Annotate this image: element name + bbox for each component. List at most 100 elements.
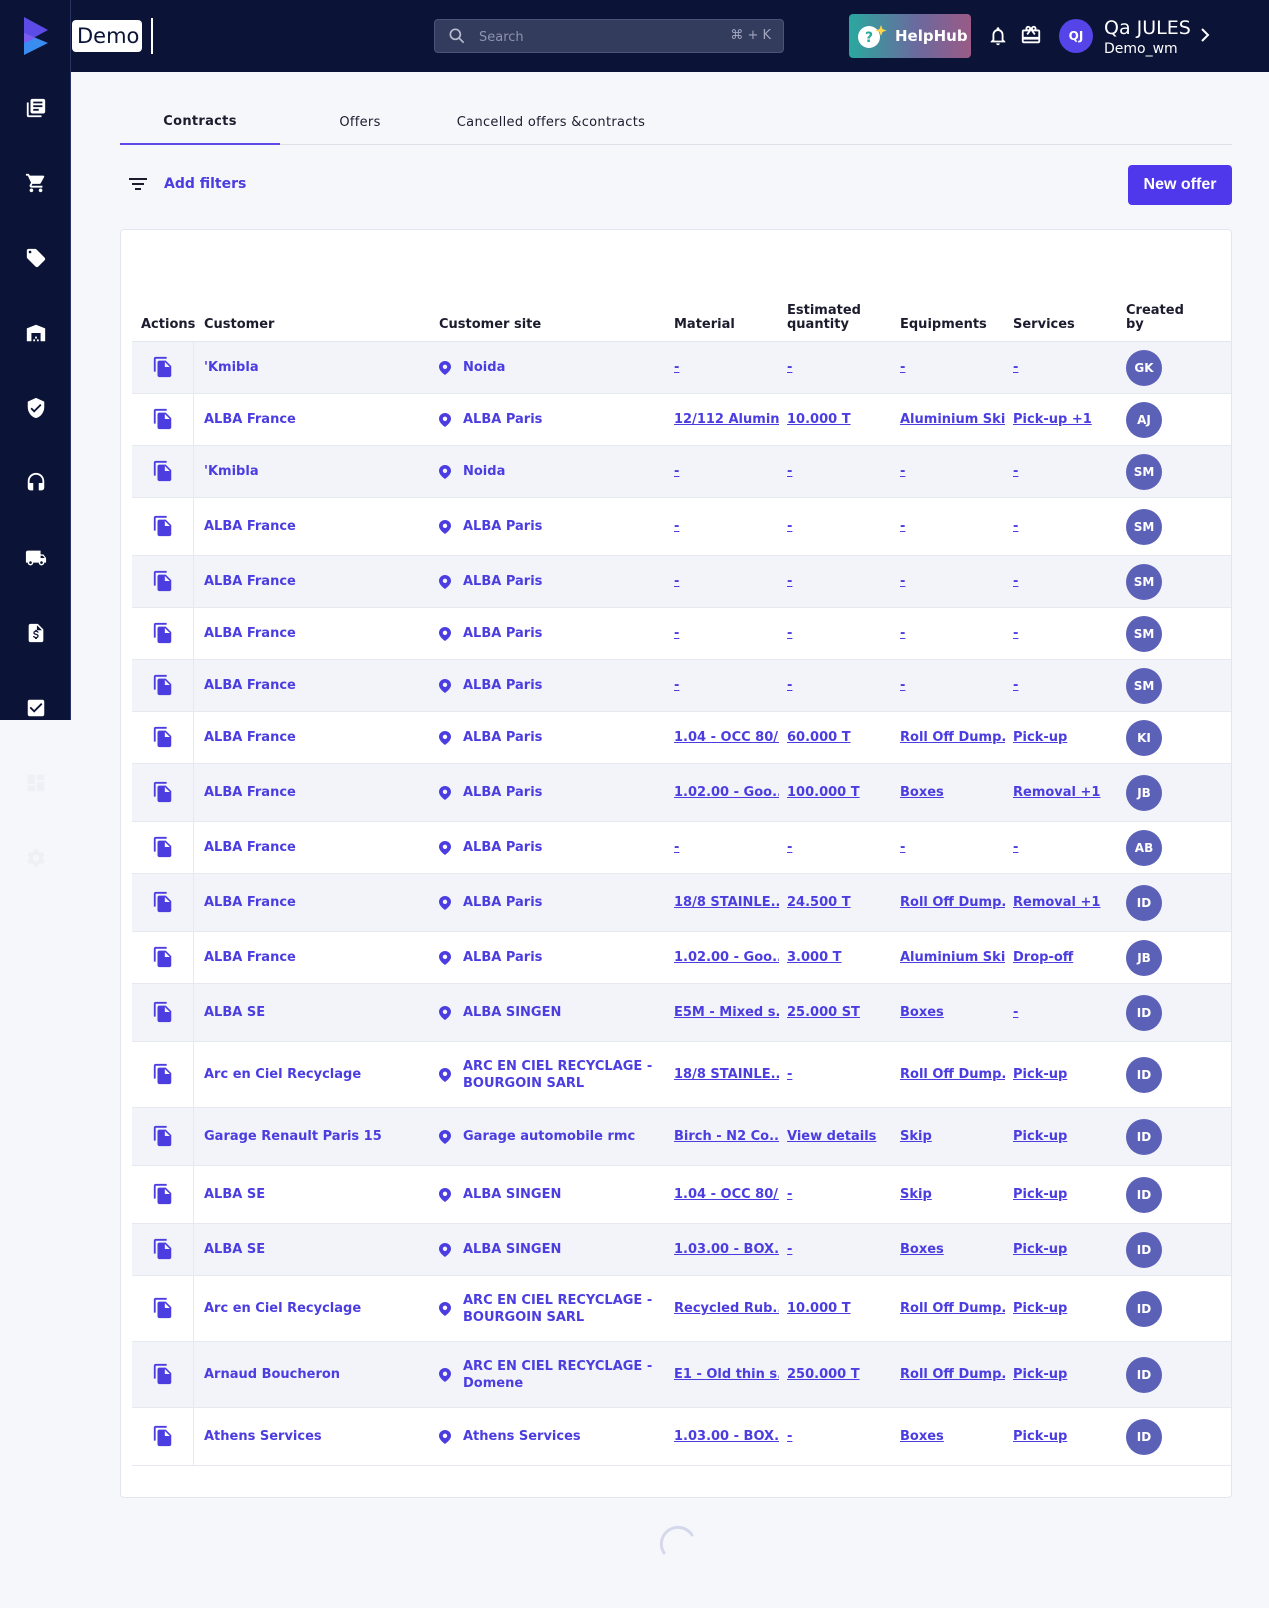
table-row[interactable]: Athens Services Athens Services 1.03.00 - … xyxy=(132,1408,1231,1466)
service-link[interactable]: Pick-up xyxy=(1013,1367,1067,1382)
copy-document-icon[interactable] xyxy=(152,946,174,970)
service-link[interactable]: - xyxy=(1013,574,1018,589)
copy-document-icon[interactable] xyxy=(152,891,174,915)
copy-document-icon[interactable] xyxy=(152,726,174,750)
add-filters-button[interactable]: Add filters xyxy=(128,174,246,194)
equipment-link[interactable]: Roll Off Dump... xyxy=(900,1301,1005,1316)
quantity-link[interactable]: 25.000 ST xyxy=(787,1005,860,1020)
service-link[interactable]: - xyxy=(1013,519,1018,534)
service-link[interactable]: Removal +1 xyxy=(1013,895,1100,910)
copy-document-icon[interactable] xyxy=(152,460,174,484)
cart-icon[interactable] xyxy=(24,171,48,195)
customer-link[interactable]: Arnaud Boucheron xyxy=(204,1367,340,1382)
equipment-link[interactable]: Boxes xyxy=(900,1005,944,1020)
col-equipments[interactable]: Equipments xyxy=(900,318,987,332)
service-link[interactable]: Drop-off xyxy=(1013,950,1073,965)
copy-document-icon[interactable] xyxy=(152,1297,174,1321)
table-row[interactable]: ALBA SE ALBA SINGEN E5M - Mixed s... 25.000… xyxy=(132,984,1231,1042)
user-name[interactable]: Qa JULES xyxy=(1104,17,1191,39)
col-quantity-line1[interactable]: Estimated xyxy=(787,304,861,318)
service-link[interactable]: Removal +1 xyxy=(1013,785,1100,800)
customer-link[interactable]: Athens Services xyxy=(204,1429,322,1444)
quantity-link[interactable]: 250.000 T xyxy=(787,1367,860,1382)
table-row[interactable]: ALBA France ALBA Paris 1.04 - OCC 80/... 60… xyxy=(132,712,1231,764)
table-row[interactable]: ALBA France ALBA Paris - - - - SM xyxy=(132,608,1231,660)
quantity-link[interactable]: 3.000 T xyxy=(787,950,842,965)
equipment-link[interactable]: Skip xyxy=(900,1187,932,1202)
customer-link[interactable]: ALBA France xyxy=(204,519,296,534)
table-row[interactable]: Arc en Ciel Recyclage ARC EN CIEL RECYCLA… xyxy=(132,1276,1231,1342)
table-row[interactable]: ALBA France ALBA Paris - - - - SM xyxy=(132,556,1231,608)
service-link[interactable]: Pick-up xyxy=(1013,1301,1067,1316)
customer-site-link[interactable]: ALBA SINGEN xyxy=(463,1241,653,1258)
customer-site-link[interactable]: ALBA SINGEN xyxy=(463,1186,653,1203)
service-link[interactable]: Pick-up xyxy=(1013,1067,1067,1082)
copy-document-icon[interactable] xyxy=(152,515,174,539)
equipment-link[interactable]: Roll Off Dump... xyxy=(900,1067,1005,1082)
material-link[interactable]: E5M - Mixed s... xyxy=(674,1005,779,1020)
customer-site-link[interactable]: Noida xyxy=(463,359,653,376)
quantity-link[interactable]: - xyxy=(787,1067,792,1082)
material-link[interactable]: 1.04 - OCC 80/... xyxy=(674,730,779,745)
customer-site-link[interactable]: ARC EN CIEL RECYCLAGE - Domene xyxy=(463,1358,653,1392)
customer-link[interactable]: ALBA SE xyxy=(204,1005,265,1020)
col-created-line2[interactable]: by xyxy=(1126,318,1144,332)
equipment-link[interactable]: Boxes xyxy=(900,785,944,800)
tab-contracts[interactable]: Contracts xyxy=(120,100,280,145)
service-link[interactable]: - xyxy=(1013,464,1018,479)
customer-link[interactable]: ALBA France xyxy=(204,950,296,965)
customer-link[interactable]: ALBA SE xyxy=(204,1242,265,1257)
equipment-link[interactable]: Roll Off Dump... xyxy=(900,895,1005,910)
material-link[interactable]: 1.02.00 - Goo... xyxy=(674,785,779,800)
customer-link[interactable]: ALBA France xyxy=(204,678,296,693)
warehouse-icon[interactable] xyxy=(24,321,48,345)
copy-document-icon[interactable] xyxy=(152,836,174,860)
workspace-badge[interactable]: Demo xyxy=(72,20,142,52)
copy-document-icon[interactable] xyxy=(152,622,174,646)
table-row[interactable]: Arnaud Boucheron ARC EN CIEL RECYCLAGE - … xyxy=(132,1342,1231,1408)
service-link[interactable]: Pick-up +1 xyxy=(1013,412,1092,427)
copy-document-icon[interactable] xyxy=(152,1125,174,1149)
quantity-link[interactable]: 24.500 T xyxy=(787,895,851,910)
quantity-link[interactable]: - xyxy=(787,519,792,534)
equipment-link[interactable]: - xyxy=(900,840,905,855)
checkbox-icon[interactable] xyxy=(24,696,48,720)
shield-icon[interactable] xyxy=(24,396,48,420)
quantity-link[interactable]: - xyxy=(787,464,792,479)
service-link[interactable]: Pick-up xyxy=(1013,730,1067,745)
bell-icon[interactable] xyxy=(987,25,1009,47)
customer-link[interactable]: ALBA France xyxy=(204,895,296,910)
customer-site-link[interactable]: ALBA Paris xyxy=(463,729,653,746)
material-link[interactable]: 18/8 STAINLE... xyxy=(674,895,779,910)
equipment-link[interactable]: - xyxy=(900,574,905,589)
equipment-link[interactable]: Skip xyxy=(900,1129,932,1144)
table-row[interactable]: Arc en Ciel Recyclage ARC EN CIEL RECYCLA… xyxy=(132,1042,1231,1108)
invoice-icon[interactable] xyxy=(24,621,48,645)
material-link[interactable]: 1.04 - OCC 80/... xyxy=(674,1187,779,1202)
customer-site-link[interactable]: ALBA Paris xyxy=(463,518,653,535)
table-row[interactable]: ALBA France ALBA Paris 12/112 Alumini... 10… xyxy=(132,394,1231,446)
quantity-link[interactable]: - xyxy=(787,840,792,855)
copy-document-icon[interactable] xyxy=(152,1238,174,1262)
equipment-link[interactable]: Aluminium Skip xyxy=(900,950,1005,965)
chevron-right-icon[interactable] xyxy=(1197,27,1213,43)
material-link[interactable]: - xyxy=(674,464,679,479)
material-link[interactable]: 12/112 Alumini... xyxy=(674,412,779,427)
equipment-link[interactable]: Boxes xyxy=(900,1429,944,1444)
headset-icon[interactable] xyxy=(24,471,48,495)
customer-site-link[interactable]: ALBA Paris xyxy=(463,784,653,801)
customer-link[interactable]: ALBA France xyxy=(204,626,296,641)
quantity-link[interactable]: 60.000 T xyxy=(787,730,851,745)
search-input[interactable] xyxy=(479,27,699,47)
customer-site-link[interactable]: ALBA Paris xyxy=(463,573,653,590)
customer-link[interactable]: ALBA SE xyxy=(204,1187,265,1202)
service-link[interactable]: - xyxy=(1013,360,1018,375)
customer-link[interactable]: ALBA France xyxy=(204,412,296,427)
customer-link[interactable]: Arc en Ciel Recyclage xyxy=(204,1067,361,1082)
quantity-link[interactable]: - xyxy=(787,1242,792,1257)
gift-icon[interactable] xyxy=(1020,24,1042,46)
customer-link[interactable]: ALBA France xyxy=(204,730,296,745)
service-link[interactable]: Pick-up xyxy=(1013,1429,1067,1444)
quantity-link[interactable]: 10.000 T xyxy=(787,1301,851,1316)
table-row[interactable]: ALBA France ALBA Paris - - - - AB xyxy=(132,822,1231,874)
